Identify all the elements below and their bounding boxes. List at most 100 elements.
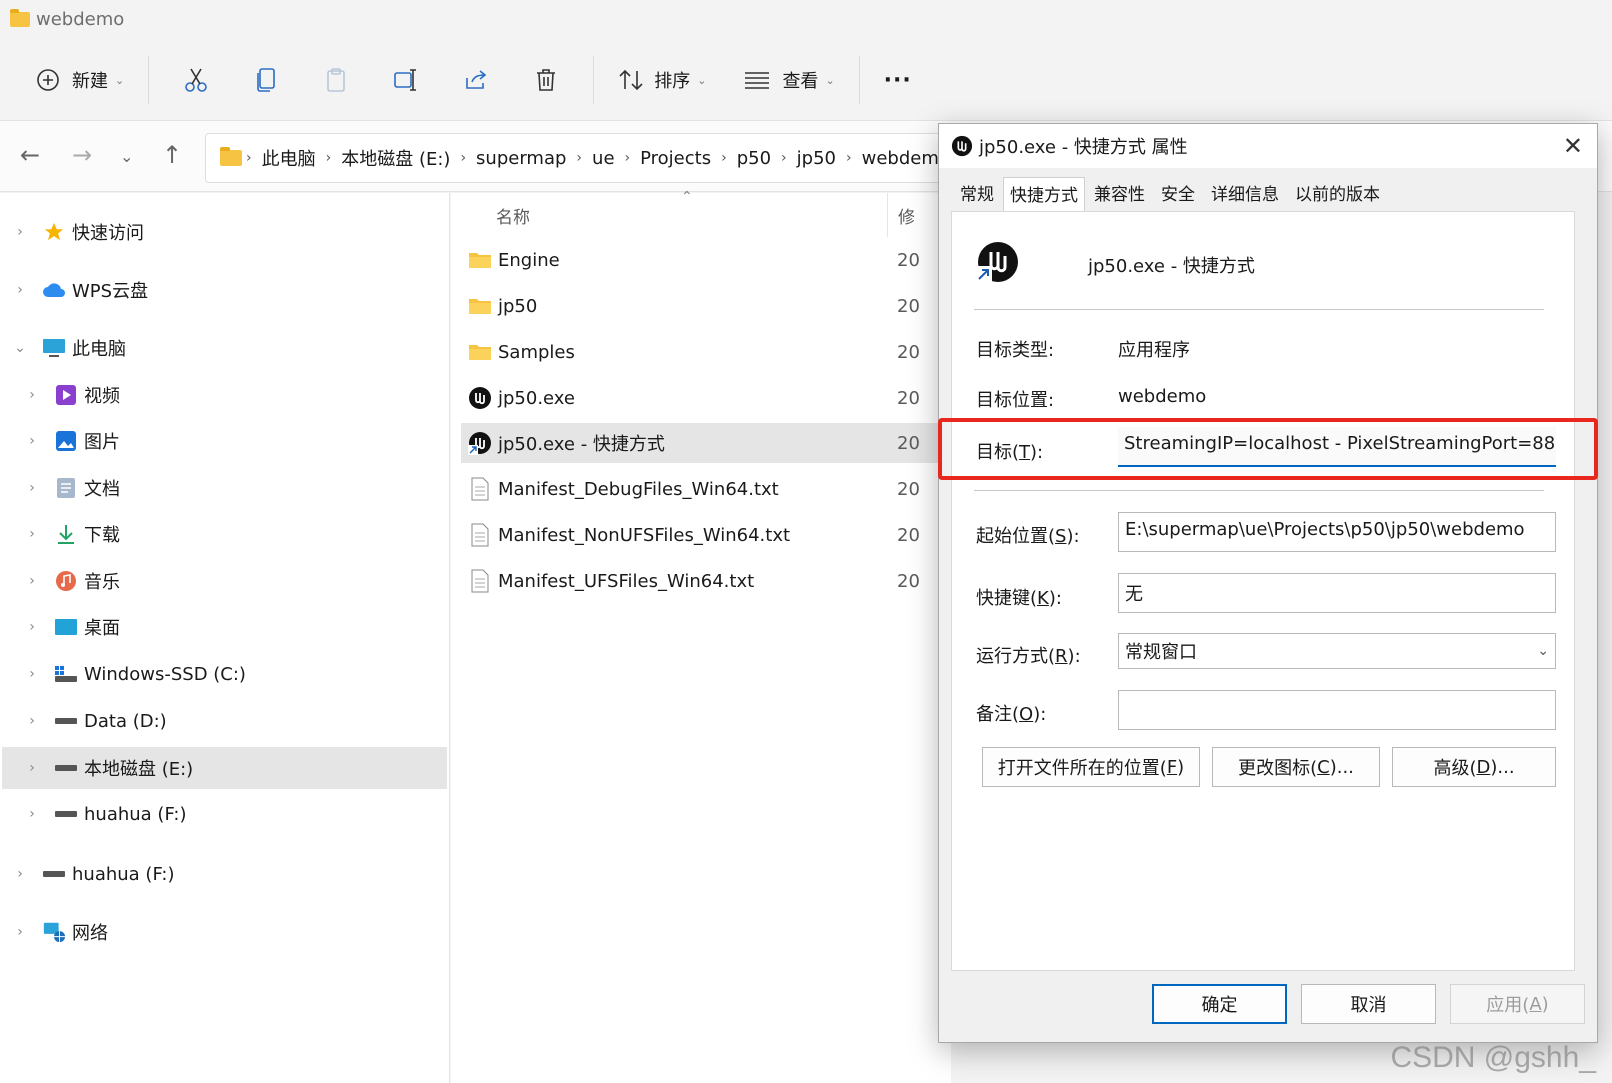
address-bar[interactable]: › 此电脑 › 本地磁盘 (E:) › supermap › ue › Proj…	[205, 133, 965, 183]
breadcrumb-item[interactable]: webdemo	[862, 148, 950, 169]
nav-item-wps-cloud[interactable]: › WPS云盘	[10, 269, 440, 311]
file-date: 20	[897, 295, 920, 317]
nav-item-label: huahua (F:)	[84, 803, 187, 825]
view-button[interactable]: 查看 ⌄	[732, 56, 846, 104]
tab-shortcut[interactable]: 快捷方式	[1003, 177, 1085, 211]
file-row[interactable]: jp50.exe 20	[461, 378, 951, 418]
view-label: 查看	[782, 71, 819, 92]
chevron-right-icon: ›	[29, 713, 35, 729]
comment-field[interactable]	[1118, 690, 1556, 730]
more-options-button[interactable]: ···	[872, 56, 924, 104]
target-type-label: 目标类型:	[976, 340, 1055, 361]
nav-item-this-pc[interactable]: ⌄ 此电脑	[10, 327, 440, 369]
file-row[interactable]: Samples 20	[461, 332, 951, 372]
toolbar: 新建 ⌄ 排序 ⌄ 查看 ⌄ ···	[0, 44, 1612, 116]
nav-item-music[interactable]: › 音乐	[22, 560, 440, 602]
ok-button[interactable]: 确定	[1152, 984, 1287, 1024]
nav-item-drive-d[interactable]: › Data (D:)	[22, 700, 440, 742]
recent-chevron-icon[interactable]: ⌄	[120, 147, 133, 166]
tab-details[interactable]: 详细信息	[1204, 174, 1286, 211]
nav-item-label: 图片	[84, 432, 120, 453]
shortcut-name: jp50.exe - 快捷方式	[1088, 256, 1255, 277]
file-date: 20	[897, 570, 920, 592]
up-arrow-icon[interactable]: ↑	[162, 141, 182, 169]
start-in-label: 起始位置(S):	[976, 526, 1080, 547]
breadcrumb-chevron-icon: ›	[624, 150, 631, 166]
column-header-name[interactable]: 名称	[496, 203, 530, 228]
breadcrumb-item[interactable]: p50	[737, 148, 771, 169]
paste-button[interactable]	[312, 56, 360, 104]
drive-c-icon	[54, 663, 78, 685]
tab-general[interactable]: 常规	[953, 174, 1001, 211]
sort-button[interactable]: 排序 ⌄	[606, 56, 718, 104]
sort-label: 排序	[654, 71, 691, 92]
nav-item-videos[interactable]: › 视频	[22, 374, 440, 416]
breadcrumb-item[interactable]: 此电脑	[262, 145, 316, 171]
file-row[interactable]: Manifest_DebugFiles_Win64.txt 20	[461, 469, 951, 509]
start-in-field[interactable]: E:\supermap\ue\Projects\p50\jp50\webdemo	[1118, 512, 1556, 552]
close-icon[interactable]: ✕	[1563, 132, 1583, 160]
rename-icon	[394, 69, 417, 91]
breadcrumb-item[interactable]: ue	[592, 148, 614, 169]
unreal-app-icon	[468, 386, 492, 410]
breadcrumb-item[interactable]: 本地磁盘 (E:)	[341, 145, 450, 171]
advanced-button[interactable]: 高级(D)...	[1392, 747, 1556, 787]
open-file-location-button[interactable]: 打开文件所在的位置(F)	[982, 747, 1200, 787]
file-date: 20	[897, 524, 920, 546]
nav-item-drive-f-root[interactable]: › huahua (F:)	[10, 853, 440, 895]
nav-item-label: 桌面	[84, 618, 120, 639]
nav-item-desktop[interactable]: › 桌面	[22, 606, 440, 648]
share-button[interactable]	[452, 56, 500, 104]
nav-item-label: 文档	[84, 479, 120, 500]
hotkey-field[interactable]: 无	[1118, 573, 1556, 613]
nav-item-downloads[interactable]: › 下载	[22, 513, 440, 555]
column-header-modified[interactable]: 修	[898, 203, 915, 228]
tab-previous-versions[interactable]: 以前的版本	[1288, 174, 1387, 211]
chevron-right-icon: ›	[29, 387, 35, 403]
run-select[interactable]: 常规窗口 ⌄	[1118, 633, 1556, 669]
forward-arrow-icon[interactable]: →	[72, 141, 92, 169]
file-row[interactable]: Manifest_NonUFSFiles_Win64.txt 20	[461, 515, 951, 555]
cut-button[interactable]	[172, 56, 220, 104]
divider	[974, 490, 1544, 491]
more-icon: ···	[883, 67, 912, 93]
apply-button[interactable]: 应用(A)	[1450, 984, 1585, 1024]
breadcrumb-item[interactable]: Projects	[640, 148, 711, 169]
file-row[interactable]: Manifest_UFSFiles_Win64.txt 20	[461, 561, 951, 601]
breadcrumb-item[interactable]: supermap	[476, 148, 566, 169]
nav-item-network[interactable]: › 网络	[10, 911, 440, 953]
sort-ascending-icon: ⌃	[681, 189, 693, 205]
file-row[interactable]: jp50 20	[461, 286, 951, 326]
back-arrow-icon[interactable]: ←	[20, 141, 40, 169]
breadcrumb-chevron-icon: ›	[781, 150, 787, 166]
nav-item-documents[interactable]: › 文档	[22, 467, 440, 509]
tab-security[interactable]: 安全	[1154, 174, 1202, 211]
cancel-button[interactable]: 取消	[1301, 984, 1436, 1024]
star-icon	[42, 221, 66, 243]
breadcrumb-item[interactable]: jp50	[797, 148, 836, 169]
copy-button[interactable]	[242, 56, 290, 104]
file-row-selected[interactable]: jp50.exe - 快捷方式 20	[461, 423, 951, 463]
nav-item-drive-c[interactable]: › Windows-SSD (C:)	[22, 653, 440, 695]
drive-icon	[54, 803, 78, 825]
share-icon	[466, 70, 487, 89]
nav-item-pictures[interactable]: › 图片	[22, 420, 440, 462]
navigation-pane: › 快速访问 › WPS云盘 ⌄ 此电脑 › 视频 › 图片 › 文档 › 下载…	[0, 193, 450, 1083]
nav-item-drive-e[interactable]: › 本地磁盘 (E:)	[2, 747, 447, 789]
music-icon	[54, 570, 78, 592]
tab-compatibility[interactable]: 兼容性	[1087, 174, 1152, 211]
column-divider[interactable]	[887, 193, 888, 237]
new-button[interactable]: 新建 ⌄	[24, 56, 136, 104]
file-row[interactable]: Engine 20	[461, 240, 951, 280]
chevron-down-icon: ⌄	[825, 73, 835, 87]
delete-button[interactable]	[522, 56, 570, 104]
nav-item-quick-access[interactable]: › 快速访问	[10, 211, 440, 253]
file-name: Manifest_NonUFSFiles_Win64.txt	[498, 524, 791, 546]
nav-item-label: 此电脑	[72, 339, 126, 360]
rename-button[interactable]	[382, 56, 430, 104]
target-type-value: 应用程序	[1118, 340, 1190, 361]
dialog-title-bar: jp50.exe - 快捷方式 属性 ✕	[939, 124, 1597, 168]
drive-icon	[54, 757, 78, 779]
nav-item-drive-f[interactable]: › huahua (F:)	[22, 793, 440, 835]
change-icon-button[interactable]: 更改图标(C)...	[1212, 747, 1380, 787]
